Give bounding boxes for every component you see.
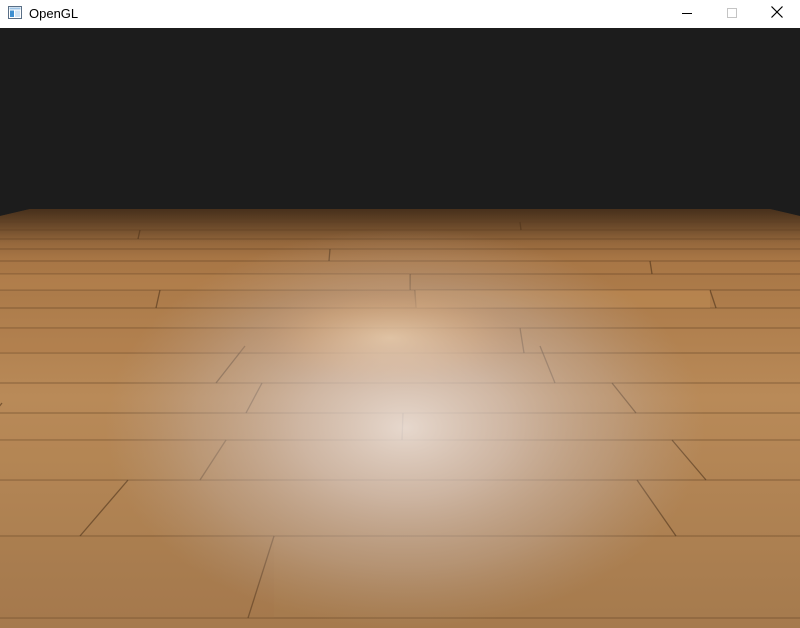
maximize-button[interactable] xyxy=(709,0,754,28)
close-button[interactable] xyxy=(754,0,799,28)
maximize-icon xyxy=(726,5,737,23)
window-title: OpenGL xyxy=(29,6,79,21)
title-bar[interactable]: OpenGL xyxy=(0,0,800,28)
opengl-render-viewport[interactable] xyxy=(0,28,800,628)
minimize-icon xyxy=(681,5,692,23)
minimize-button[interactable] xyxy=(664,0,709,28)
spotlight-pool xyxy=(105,228,705,628)
render-scene xyxy=(0,28,800,628)
opengl-window-icon xyxy=(8,6,22,19)
close-icon xyxy=(770,5,783,23)
opengl-window: OpenGL xyxy=(0,0,800,628)
